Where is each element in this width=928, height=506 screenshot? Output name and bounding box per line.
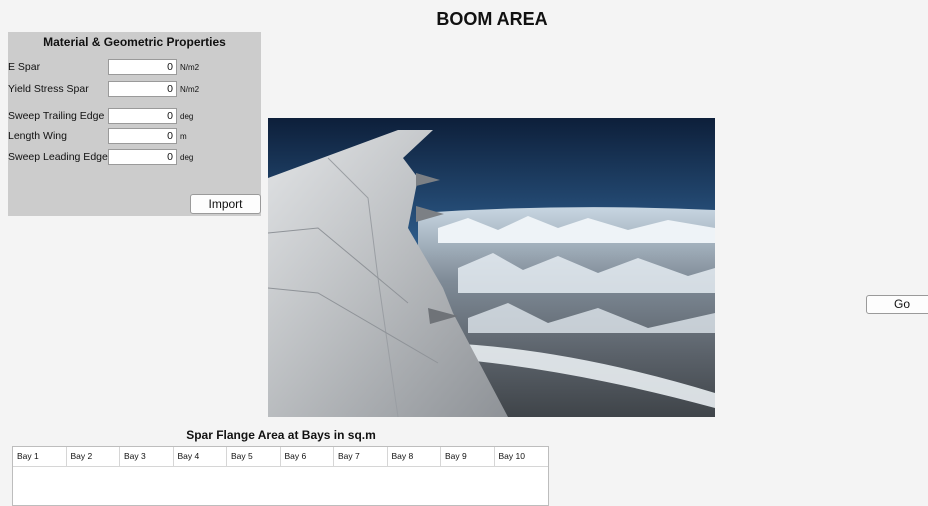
results-title: Spar Flange Area at Bays in sq.m — [186, 428, 376, 442]
wing-aerial-photo — [268, 118, 715, 417]
column-header[interactable]: Bay 8 — [388, 447, 441, 466]
go-button[interactable]: Go — [866, 295, 928, 314]
column-header[interactable]: Bay 5 — [227, 447, 281, 466]
table-header-row: Bay 1 Bay 2 Bay 3 Bay 4 Bay 5 Bay 6 Bay … — [13, 447, 548, 467]
yield-stress-spar-input[interactable]: 0 — [108, 81, 177, 97]
column-header[interactable]: Bay 9 — [441, 447, 495, 466]
length-wing-label: Length Wing — [8, 130, 67, 142]
column-header[interactable]: Bay 4 — [174, 447, 227, 466]
panel-title: Material & Geometric Properties — [43, 35, 226, 49]
sweep-trailing-edge-label: Sweep Trailing Edge — [8, 110, 105, 122]
length-wing-unit: m — [180, 132, 187, 141]
e-spar-unit: N/m2 — [180, 63, 200, 72]
yield-stress-spar-unit: N/m2 — [180, 85, 200, 94]
bay-area-table: Bay 1 Bay 2 Bay 3 Bay 4 Bay 5 Bay 6 Bay … — [12, 446, 549, 506]
column-header[interactable]: Bay 6 — [281, 447, 334, 466]
e-spar-input[interactable]: 0 — [108, 59, 177, 75]
sweep-leading-edge-unit: deg — [180, 153, 194, 162]
sweep-leading-edge-input[interactable]: 0 — [108, 149, 177, 165]
sweep-trailing-edge-unit: deg — [180, 112, 194, 121]
page-title: BOOM AREA — [436, 9, 548, 29]
e-spar-label: E Spar — [8, 61, 41, 73]
sweep-leading-edge-label: Sweep Leading Edge — [8, 151, 108, 163]
import-button[interactable]: Import — [190, 194, 261, 214]
column-header[interactable]: Bay 3 — [120, 447, 174, 466]
material-properties-panel: Material & Geometric Properties E Spar 0… — [8, 32, 261, 216]
column-header[interactable]: Bay 7 — [334, 447, 388, 466]
yield-stress-spar-label: Yield Stress Spar — [8, 83, 89, 95]
column-header[interactable]: Bay 1 — [13, 447, 67, 466]
length-wing-input[interactable]: 0 — [108, 128, 177, 144]
sweep-trailing-edge-input[interactable]: 0 — [108, 108, 177, 124]
column-header[interactable]: Bay 2 — [67, 447, 120, 466]
column-header[interactable]: Bay 10 — [495, 447, 549, 466]
